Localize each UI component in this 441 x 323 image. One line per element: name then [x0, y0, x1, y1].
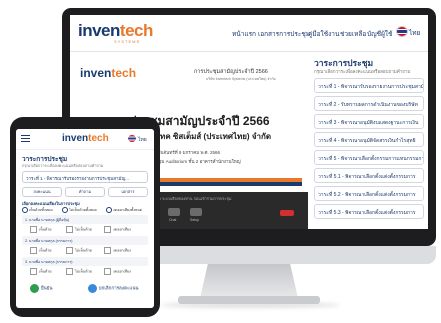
- radio-label: งดออกเสียงทั้งหมด: [113, 208, 143, 212]
- radio-icon: [62, 207, 68, 214]
- checkbox-icon: [30, 268, 37, 275]
- slide-header-sub: บริษัท Inventech Systems (ประเทศไทย) จำก…: [206, 77, 276, 81]
- cancel-vote-button[interactable]: ยกเลิกการลงคะแนน: [88, 284, 139, 296]
- mobile-header: inventech ไทย: [16, 129, 154, 150]
- option-label: ไม่เห็นด้วย: [75, 227, 92, 232]
- cancel-label: ยกเลิกการลงคะแนน: [99, 285, 139, 291]
- candidate-row: 2. นายชื่อ นามสกุล (กรรมการ): [22, 236, 148, 245]
- slide-header-title: การประชุมสามัญประจำปี 2566: [194, 69, 268, 75]
- checkbox-icon: [104, 247, 111, 254]
- option-approve[interactable]: เห็นด้วย: [30, 226, 52, 233]
- confirm-label: ยืนยัน: [41, 285, 53, 291]
- check-icon: [30, 284, 39, 293]
- agenda-panel: วาระการประชุม กรุณาเลือกวาระเพื่อลงคะแนน…: [310, 52, 428, 229]
- agenda-item[interactable]: วาระที่ 5 - พิจารณาเลือกตั้งกรรมการแทนกร…: [314, 150, 424, 165]
- checkbox-icon: [104, 268, 111, 275]
- vote-section-label: เลือกลงคะแนนเสียงในการประชุม: [22, 201, 80, 206]
- logo-accent-text: tech: [119, 21, 153, 40]
- option-label: ไม่เห็นด้วย: [75, 248, 92, 253]
- nav-help[interactable]: ช่วยเหลือ: [340, 29, 366, 39]
- agenda-item[interactable]: วาระที่ 2 - รับทราบผลการดำเนินงานของบริษ…: [314, 96, 424, 111]
- option-disapprove[interactable]: ไม่เห็นด้วย: [66, 247, 92, 254]
- desktop-header: inventech SYSTEMS หน้าแรก เอกสารการประชุ…: [70, 15, 428, 52]
- hamburger-menu-icon[interactable]: [21, 135, 30, 142]
- option-abstain[interactable]: งดออกเสียง: [104, 268, 131, 275]
- radio-label: เห็นด้วยทั้งหมด: [29, 208, 53, 212]
- radio-icon: [22, 207, 28, 214]
- leave-button[interactable]: [280, 210, 294, 216]
- logo-sub: SYSTEMS: [114, 39, 141, 44]
- monitor-stand-neck: [200, 264, 298, 298]
- refresh-icon: [88, 284, 97, 293]
- slide-logo: inventech: [80, 66, 136, 80]
- mobile-logo[interactable]: inventech: [62, 133, 109, 144]
- tab-documents[interactable]: เอกสาร: [108, 187, 148, 197]
- agenda-subtitle: กรุณาเลือกวาระเพื่อลงคะแนนหรือสอบถามคำถา…: [314, 69, 411, 74]
- thai-flag-icon[interactable]: [128, 135, 136, 142]
- agenda-dropdown[interactable]: วาระที่ 1 - พิจารณารับรองรายงานการประชุม…: [22, 171, 148, 183]
- nav-account[interactable]: บัญชีผู้ใช้: [367, 29, 392, 39]
- radio-disapprove-all[interactable]: ไม่เห็นด้วยทั้งหมด: [62, 207, 97, 214]
- slide-logo-accent: tech: [111, 66, 137, 80]
- mobile-logo-text: inven: [62, 133, 89, 144]
- agenda-item[interactable]: วาระที่ 1 - พิจารณารับรองรายงานการประชุม…: [314, 78, 424, 93]
- option-label: เห็นด้วย: [39, 248, 52, 253]
- mobile-agenda-subtitle: กรุณาเลือกวาระเพื่อลงคะแนนหรือสอบถามคำถา…: [22, 164, 104, 168]
- option-label: ไม่เห็นด้วย: [75, 269, 92, 274]
- radio-icon: [106, 207, 112, 214]
- option-label: เห็นด้วย: [39, 269, 52, 274]
- monitor-stand-foot: [178, 296, 320, 304]
- option-label: งดออกเสียง: [113, 269, 131, 274]
- slide-logo-text: inven: [80, 66, 112, 80]
- tab-question[interactable]: คำถาม: [65, 187, 105, 197]
- tab-vote[interactable]: ลงคะแนน: [22, 187, 62, 197]
- thai-flag-icon[interactable]: [396, 26, 408, 37]
- option-approve[interactable]: เห็นด้วย: [30, 247, 52, 254]
- option-label: งดออกเสียง: [113, 248, 131, 253]
- agenda-item[interactable]: วาระที่ 4 - พิจารณาอนุมัติจัดสรรเงินกำไร…: [314, 132, 424, 147]
- radio-label: ไม่เห็นด้วยทั้งหมด: [69, 208, 97, 212]
- mobile-logo-accent: tech: [88, 133, 109, 144]
- agenda-item[interactable]: วาระที่ 3 - พิจารณาอนุมัติงบแสดงฐานะการเ…: [314, 114, 424, 129]
- candidate-row: 1. นายชื่อ นามสกุล (ผู้ถือหุ้น): [22, 215, 148, 224]
- radio-approve-all[interactable]: เห็นด้วยทั้งหมด: [22, 207, 53, 214]
- confirm-button[interactable]: ยืนยัน: [30, 284, 52, 296]
- checkbox-icon: [66, 226, 73, 233]
- agenda-item[interactable]: วาระที่ 5.3 - พิจารณาเลือกตั้งแต่งตั้งกร…: [314, 204, 424, 219]
- checkbox-icon: [30, 226, 37, 233]
- candidate-row: 3. นายชื่อ นามสกุล (กรรมการ): [22, 257, 148, 266]
- checkbox-icon: [104, 226, 111, 233]
- option-label: งดออกเสียง: [113, 227, 131, 232]
- chat-label: Chat: [169, 218, 177, 222]
- checkbox-icon: [30, 247, 37, 254]
- language-select[interactable]: ไทย: [409, 28, 420, 38]
- desktop-logo[interactable]: inventech: [78, 21, 153, 41]
- mobile-screen: inventech ไทย วาระการประชุม กรุณาเลือกวา…: [16, 129, 154, 308]
- nav-manual[interactable]: คู่มือใช้งาน: [308, 29, 339, 39]
- checkbox-icon: [66, 247, 73, 254]
- setup-label: Setup: [190, 218, 200, 222]
- option-abstain[interactable]: งดออกเสียง: [104, 226, 131, 233]
- checkbox-icon: [66, 268, 73, 275]
- nav-home[interactable]: หน้าแรก: [232, 29, 256, 39]
- agenda-item[interactable]: วาระที่ 5.2 - พิจารณาเลือกตั้งแต่งตั้งกร…: [314, 186, 424, 201]
- mobile-language-select[interactable]: ไทย: [138, 136, 147, 144]
- setup-icon[interactable]: [190, 208, 202, 216]
- option-approve[interactable]: เห็นด้วย: [30, 268, 52, 275]
- chat-icon[interactable]: [168, 208, 180, 216]
- agenda-item[interactable]: วาระที่ 5.1 - พิจารณาเลือกตั้งแต่งตั้งกร…: [314, 168, 424, 183]
- option-disapprove[interactable]: ไม่เห็นด้วย: [66, 226, 92, 233]
- option-abstain[interactable]: งดออกเสียง: [104, 247, 131, 254]
- option-label: เห็นด้วย: [39, 227, 52, 232]
- logo-text: inven: [78, 21, 120, 40]
- option-disapprove[interactable]: ไม่เห็นด้วย: [66, 268, 92, 275]
- nav-documents[interactable]: เอกสารการประชุม: [258, 29, 310, 39]
- radio-abstain-all[interactable]: งดออกเสียงทั้งหมด: [106, 207, 143, 214]
